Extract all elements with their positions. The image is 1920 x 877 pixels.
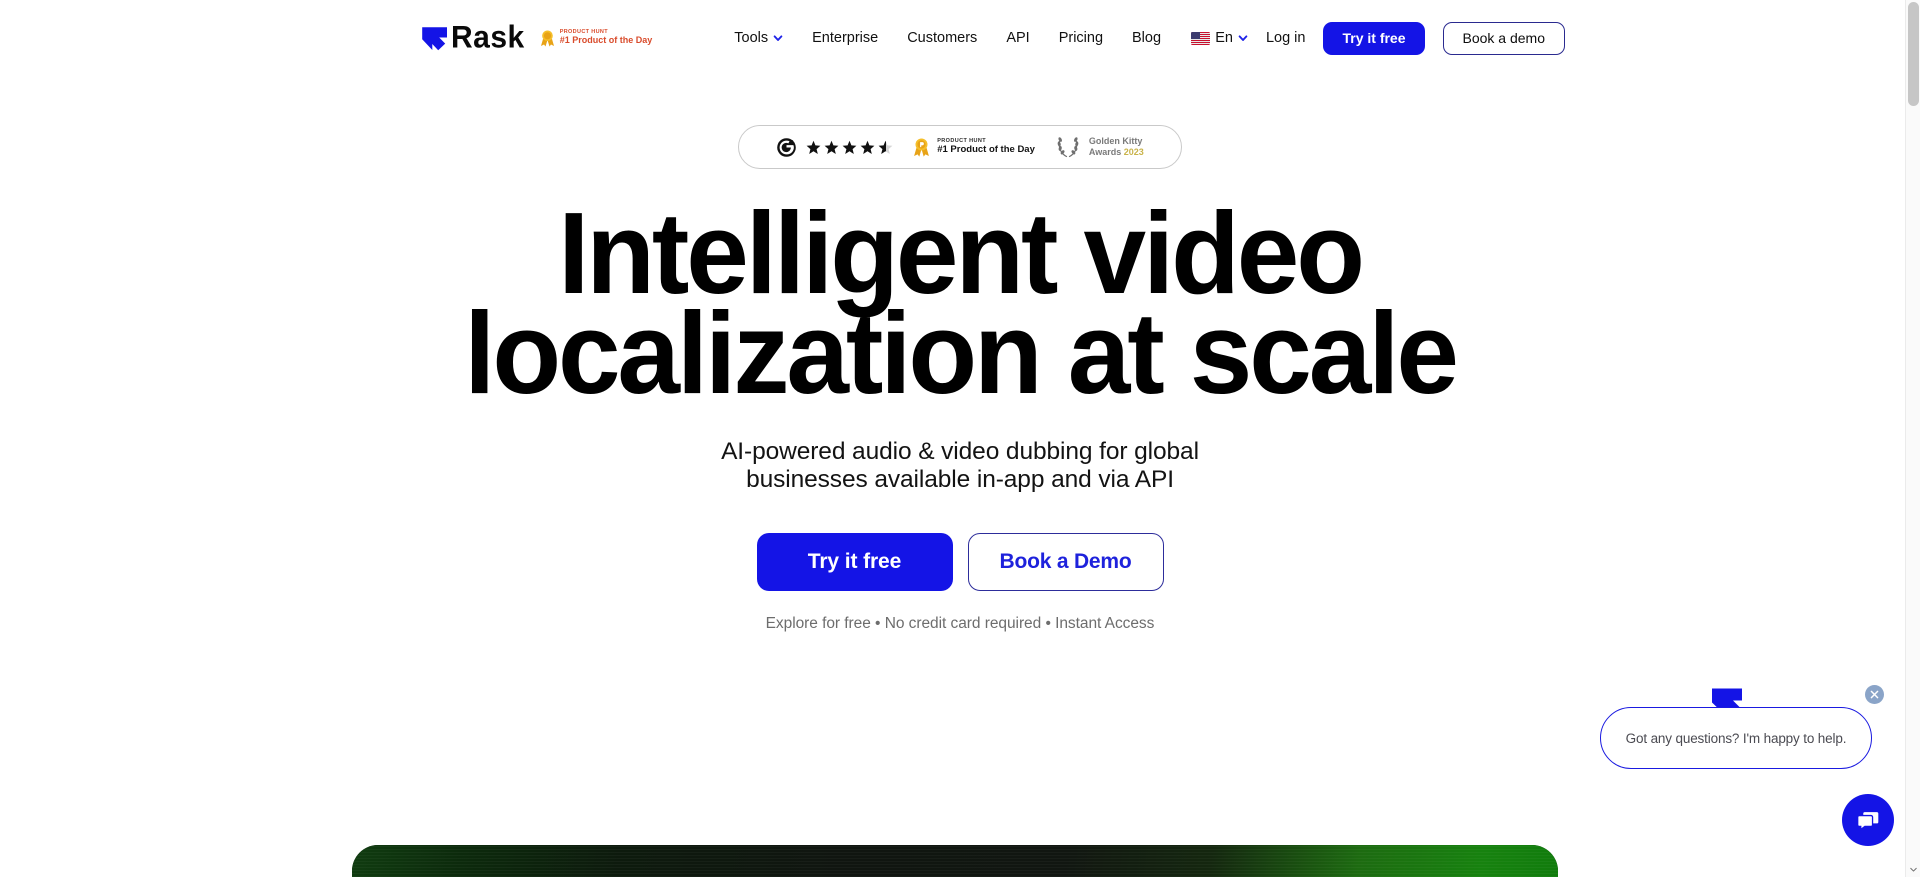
chat-launcher-button[interactable] xyxy=(1842,794,1894,846)
chat-close-button[interactable] xyxy=(1865,685,1884,704)
brand-logo[interactable]: Rask PRODUCT HUNT #1 Product of the Day xyxy=(421,19,653,55)
header-try-it-free-button[interactable]: Try it free xyxy=(1323,21,1425,55)
nav-item-enterprise-label: Enterprise xyxy=(812,30,879,46)
award-gk-awards-label: Awards xyxy=(1088,147,1124,157)
brand-lockup: Rask xyxy=(421,19,525,55)
star-icon xyxy=(842,140,857,154)
nav-item-api-label: API xyxy=(1006,30,1030,46)
star-icon xyxy=(806,140,821,154)
awards-badge-strip: 2 PRODUCT HUNT #1 Product of the Day Gol… xyxy=(738,125,1182,169)
page-scrollbar[interactable] xyxy=(1905,0,1920,877)
hero-headline: Intelligent video localization at scale xyxy=(29,195,1891,418)
nav-item-enterprise[interactable]: Enterprise xyxy=(812,30,878,46)
language-switcher[interactable]: En xyxy=(1191,30,1248,46)
star-icon xyxy=(824,140,839,154)
product-hunt-medal-icon xyxy=(540,30,554,46)
g2-logo-icon: 2 xyxy=(777,137,797,157)
chat-message-text: Got any questions? I'm happy to help. xyxy=(1625,730,1847,746)
nav-item-blog-label: Blog xyxy=(1132,30,1162,46)
award-product-hunt[interactable]: PRODUCT HUNT #1 Product of the Day xyxy=(913,138,1035,157)
nav-item-api[interactable]: API xyxy=(1006,30,1029,46)
scrollbar-thumb[interactable] xyxy=(1908,2,1919,106)
page-viewport: Rask PRODUCT HUNT #1 Product of the Day xyxy=(0,0,1920,877)
language-label: En xyxy=(1215,30,1233,46)
chat-widget: Got any questions? I'm happy to help. xyxy=(1598,677,1898,877)
hero-section: 2 PRODUCT HUNT #1 Product of the Day Gol… xyxy=(0,76,1920,633)
hero-subheadline-line-2: businesses available in-app and via API xyxy=(746,466,1174,494)
header-product-hunt-badge[interactable]: PRODUCT HUNT #1 Product of the Day xyxy=(540,30,653,47)
nav-item-tools-label: Tools xyxy=(734,30,769,46)
brand-name: Rask xyxy=(451,19,525,55)
hero-book-a-demo-button[interactable]: Book a Demo xyxy=(967,533,1164,592)
hero-subheadline: AI-powered audio & video dubbing for glo… xyxy=(0,438,1920,496)
header-ph-title: #1 Product of the Day xyxy=(559,35,653,46)
nav-item-pricing[interactable]: Pricing xyxy=(1059,30,1103,46)
nav-item-customers-label: Customers xyxy=(907,30,978,46)
chevron-down-icon xyxy=(773,35,783,41)
hero-media-panel xyxy=(352,845,1558,877)
hero-headline-line-2: localization at scale xyxy=(464,287,1459,418)
header-book-a-demo-button[interactable]: Book a demo xyxy=(1442,21,1565,55)
award-gk-year: 2023 xyxy=(1123,147,1144,157)
hero-cta-note: Explore for free • No credit card requir… xyxy=(765,615,1155,633)
header-ph-text: PRODUCT HUNT #1 Product of the Day xyxy=(560,30,653,45)
hero-try-it-free-button[interactable]: Try it free xyxy=(756,533,953,592)
close-icon xyxy=(1870,690,1879,699)
award-gk-line2: Awards 2023 xyxy=(1089,147,1144,158)
header-actions: En Log in Try it free Book a demo xyxy=(1191,21,1565,55)
award-ph-title: #1 Product of the Day xyxy=(937,143,1035,155)
g2-star-rating xyxy=(806,140,893,155)
star-icon xyxy=(860,140,875,154)
award-gk-line1: Golden Kitty xyxy=(1088,136,1143,147)
chat-message-bubble[interactable]: Got any questions? I'm happy to help. xyxy=(1600,707,1872,769)
us-flag-icon xyxy=(1191,31,1211,45)
product-hunt-medal-icon xyxy=(914,138,930,157)
nav-item-pricing-label: Pricing xyxy=(1058,30,1104,46)
hero-cta-row: Try it free Book a Demo xyxy=(0,533,1920,592)
media-panel-scanlines xyxy=(352,845,1558,877)
header-inner: Rask PRODUCT HUNT #1 Product of the Day xyxy=(355,0,1565,76)
award-g2[interactable]: 2 xyxy=(776,137,893,158)
chat-bubble-icon xyxy=(1857,812,1879,831)
rask-arrow-logo-icon xyxy=(422,26,447,50)
award-ph-text: PRODUCT HUNT #1 Product of the Day xyxy=(937,138,1035,155)
login-link[interactable]: Log in xyxy=(1266,30,1306,46)
svg-text:2: 2 xyxy=(790,139,794,146)
award-gk-text: Golden Kitty Awards 2023 xyxy=(1089,136,1144,158)
laurel-wreath-icon xyxy=(1057,137,1079,158)
primary-navigation: Tools Enterprise Customers API Pricing B… xyxy=(734,30,1161,46)
star-icon-half xyxy=(878,140,893,154)
chevron-down-icon xyxy=(1238,35,1248,41)
scroll-down-arrow-icon[interactable] xyxy=(1906,862,1920,877)
nav-item-tools[interactable]: Tools xyxy=(734,30,783,46)
nav-item-customers[interactable]: Customers xyxy=(907,30,977,46)
award-golden-kitty[interactable]: Golden Kitty Awards 2023 xyxy=(1055,135,1144,159)
nav-item-blog[interactable]: Blog xyxy=(1132,30,1161,46)
hero-subheadline-line-1: AI-powered audio & video dubbing for glo… xyxy=(721,437,1199,465)
site-header: Rask PRODUCT HUNT #1 Product of the Day xyxy=(0,0,1920,76)
